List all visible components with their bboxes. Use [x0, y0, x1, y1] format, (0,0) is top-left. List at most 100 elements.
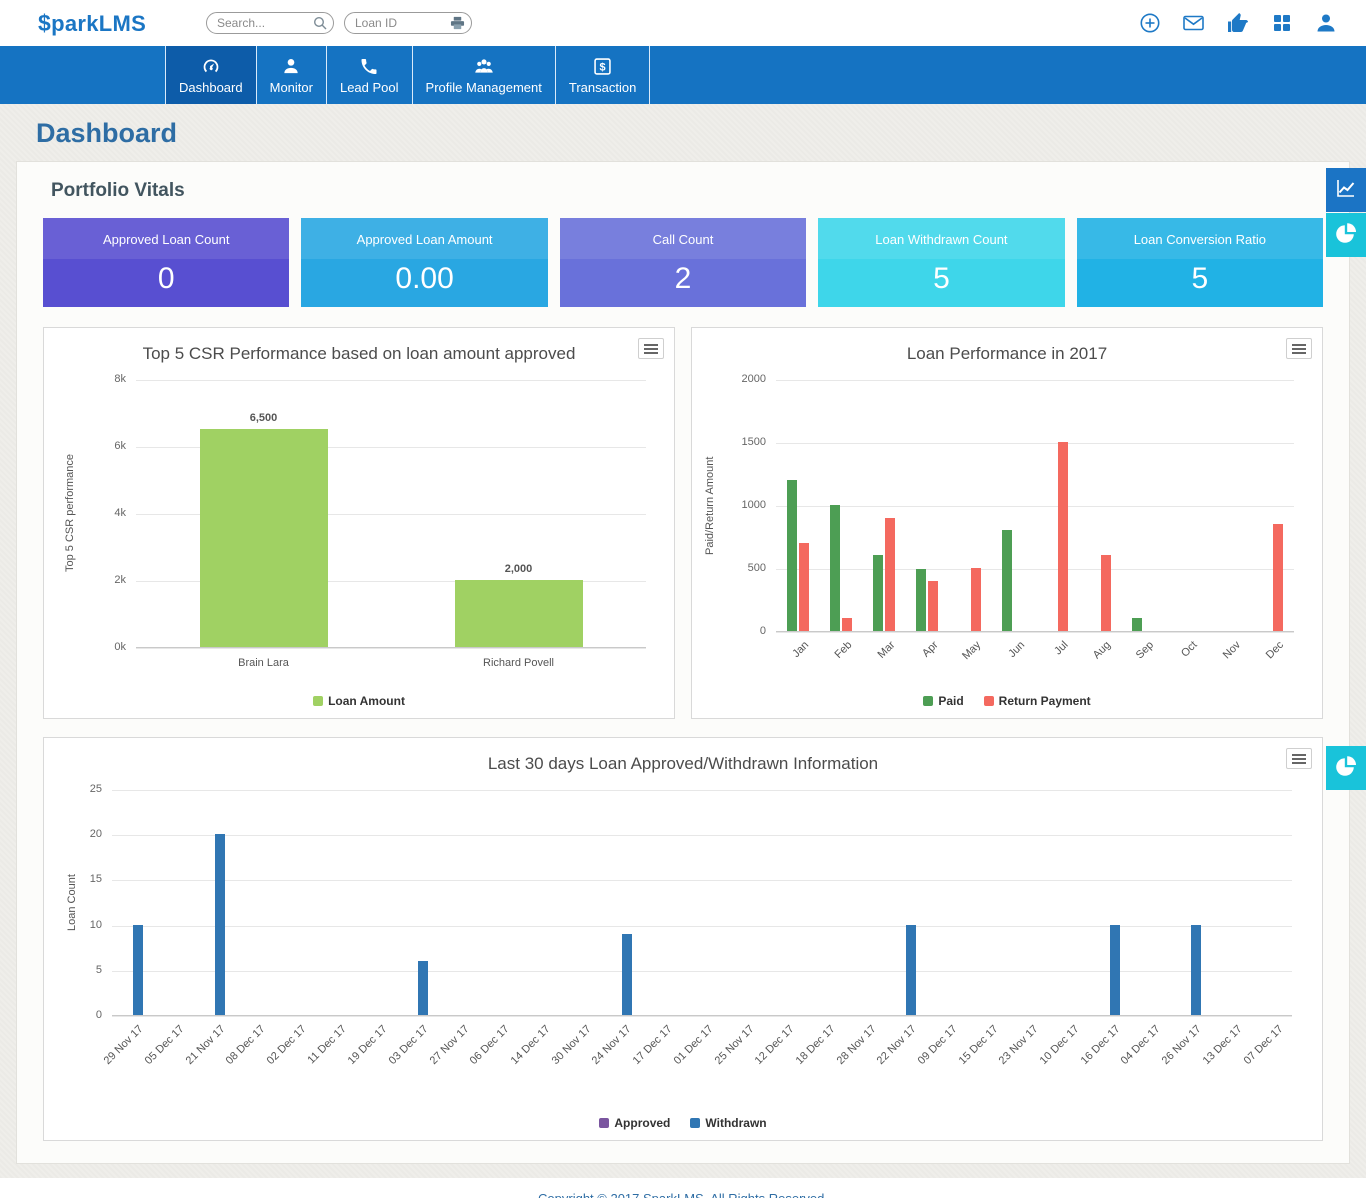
chart-bar	[1002, 530, 1013, 631]
chart-bar	[916, 569, 927, 631]
x-axis-label: 29 Nov 17	[101, 1023, 146, 1067]
x-axis-label: Jun	[1005, 639, 1027, 661]
line-chart-toggle-button[interactable]	[1326, 168, 1366, 212]
data-label: 2,000	[504, 563, 533, 575]
x-axis-label: 01 Dec 17	[671, 1023, 716, 1067]
tab-label: Monitor	[269, 79, 313, 95]
legend-label: Return Payment	[998, 694, 1091, 708]
x-axis-label: Feb	[832, 639, 855, 661]
search-icon[interactable]	[313, 16, 327, 35]
legend-swatch	[690, 1118, 701, 1128]
y-axis-label: 0k	[114, 641, 126, 653]
x-axis-label: Aug	[1090, 639, 1114, 662]
x-axis-label: 14 Dec 17	[508, 1023, 553, 1067]
user-icon[interactable]	[1313, 11, 1338, 36]
pie-chart-toggle-button-bottom[interactable]	[1326, 746, 1366, 790]
grid-line	[112, 880, 1292, 882]
stat-label: Call Count	[559, 218, 807, 259]
stat-value: 5	[1191, 262, 1209, 295]
add-circle-icon[interactable]	[1137, 11, 1162, 36]
grid-line	[112, 1016, 1292, 1017]
grid-line	[112, 790, 1292, 791]
x-axis-label: 19 Dec 17	[346, 1023, 390, 1067]
charts-row: Top 5 CSR Performance based on loan amou…	[43, 327, 1323, 719]
dollar-square-icon: $	[592, 56, 613, 77]
pie-chart-icon	[1334, 754, 1358, 783]
x-axis-label: May	[960, 639, 984, 663]
chart-legend: Approved Withdrawn	[56, 1110, 1310, 1130]
chart-bar	[199, 429, 328, 647]
y-axis-label: 8k	[114, 373, 126, 385]
x-axis-label: Apr	[919, 639, 941, 660]
y-axis-label: 0	[95, 1009, 102, 1021]
stat-label: Approved Loan Amount	[301, 218, 548, 259]
y-axis-label: 6k	[114, 440, 126, 452]
x-axis-label: 09 Dec 17	[915, 1023, 960, 1067]
grid-line	[136, 380, 646, 381]
chart-bar	[829, 505, 840, 631]
y-axis-title: Top 5 CSR performance	[64, 454, 76, 573]
data-label: 6,500	[249, 412, 278, 425]
x-axis-label: 07 Dec 17	[1241, 1023, 1286, 1067]
x-axis-label: 16 Dec 17	[1078, 1023, 1123, 1067]
x-axis-label: 11 Dec 17	[305, 1023, 350, 1067]
tab-label: Lead Pool	[339, 79, 399, 95]
x-axis-label: 10 Dec 17	[1037, 1023, 1082, 1067]
legend-swatch	[923, 696, 934, 706]
x-axis-label: Richard Povell	[483, 657, 554, 669]
chart-legend: Paid Return Payment	[704, 688, 1310, 708]
chart-bar	[906, 924, 917, 1015]
legend-label: Loan Amount	[328, 694, 405, 708]
thumbs-up-icon[interactable]	[1225, 11, 1250, 36]
chart-bar	[872, 555, 883, 631]
tab-lead-pool[interactable]: Lead Pool	[327, 46, 413, 104]
tab-label: Dashboard	[179, 79, 243, 95]
chart-context-menu-button[interactable]	[1286, 338, 1312, 359]
pie-chart-toggle-button[interactable]	[1326, 213, 1366, 257]
page-title: Dashboard	[36, 118, 178, 148]
x-axis-label: 23 Nov 17	[997, 1023, 1042, 1067]
legend-label: Withdrawn	[705, 1116, 767, 1130]
brand-logo: $parkLMS	[38, 10, 196, 37]
stat-card-approved-loan-count: Approved Loan Count 0	[43, 218, 290, 307]
legend-item[interactable]: Paid	[923, 694, 964, 708]
legend-item[interactable]: Return Payment	[983, 694, 1091, 708]
footer-copyright: Copyright © 2017 SparkLMS. All Rights Re…	[0, 1178, 1366, 1198]
y-axis-label: 25	[89, 783, 102, 795]
x-axis-label: 21 Nov 17	[183, 1023, 228, 1067]
tab-monitor[interactable]: Monitor	[257, 46, 327, 104]
x-axis-label: Brain Lara	[238, 657, 289, 669]
tab-transaction[interactable]: $ Transaction	[556, 46, 651, 104]
legend-item[interactable]: Loan Amount	[313, 694, 405, 708]
chart-title: Top 5 CSR Performance based on loan amou…	[142, 344, 576, 363]
x-axis-label: Jan	[790, 639, 812, 661]
tab-profile-management[interactable]: Profile Management	[413, 46, 556, 104]
chart-bar	[1191, 924, 1202, 1015]
legend-item[interactable]: Approved	[599, 1116, 670, 1130]
x-axis-label: 08 Dec 17	[223, 1023, 268, 1067]
x-axis-label: 22 Nov 17	[874, 1023, 919, 1067]
stat-label: Loan Conversion Ratio	[1076, 218, 1324, 259]
legend-item[interactable]: Withdrawn	[690, 1116, 767, 1130]
fax-icon[interactable]	[450, 16, 465, 35]
mail-icon[interactable]	[1181, 11, 1206, 36]
y-axis-label: 4k	[114, 507, 126, 519]
tab-label: Profile Management	[425, 79, 542, 95]
stat-value: 0.00	[395, 262, 454, 295]
apps-grid-icon[interactable]	[1269, 11, 1294, 36]
person-icon	[281, 56, 301, 77]
stat-label: Approved Loan Count	[43, 218, 290, 259]
chart-plot-area: 0k 2k 4k 6k 8k Top 5 CSR performance 6,500 Brai…	[64, 373, 646, 669]
chart-bar	[786, 479, 797, 631]
chart-context-menu-button[interactable]	[638, 338, 664, 359]
legend-label: Approved	[614, 1116, 671, 1130]
x-axis-label: 05 Dec 17	[142, 1023, 187, 1067]
people-group-icon	[471, 56, 497, 77]
x-axis-label: Sep	[1134, 639, 1157, 662]
tab-dashboard[interactable]: Dashboard	[165, 46, 257, 104]
chart-context-menu-button[interactable]	[1286, 748, 1312, 769]
chart-bar	[133, 924, 144, 1015]
x-axis-label: 15 Dec 17	[956, 1023, 1001, 1067]
x-axis-label: 13 Dec 17	[1200, 1023, 1245, 1067]
stat-value: 2	[674, 262, 692, 295]
